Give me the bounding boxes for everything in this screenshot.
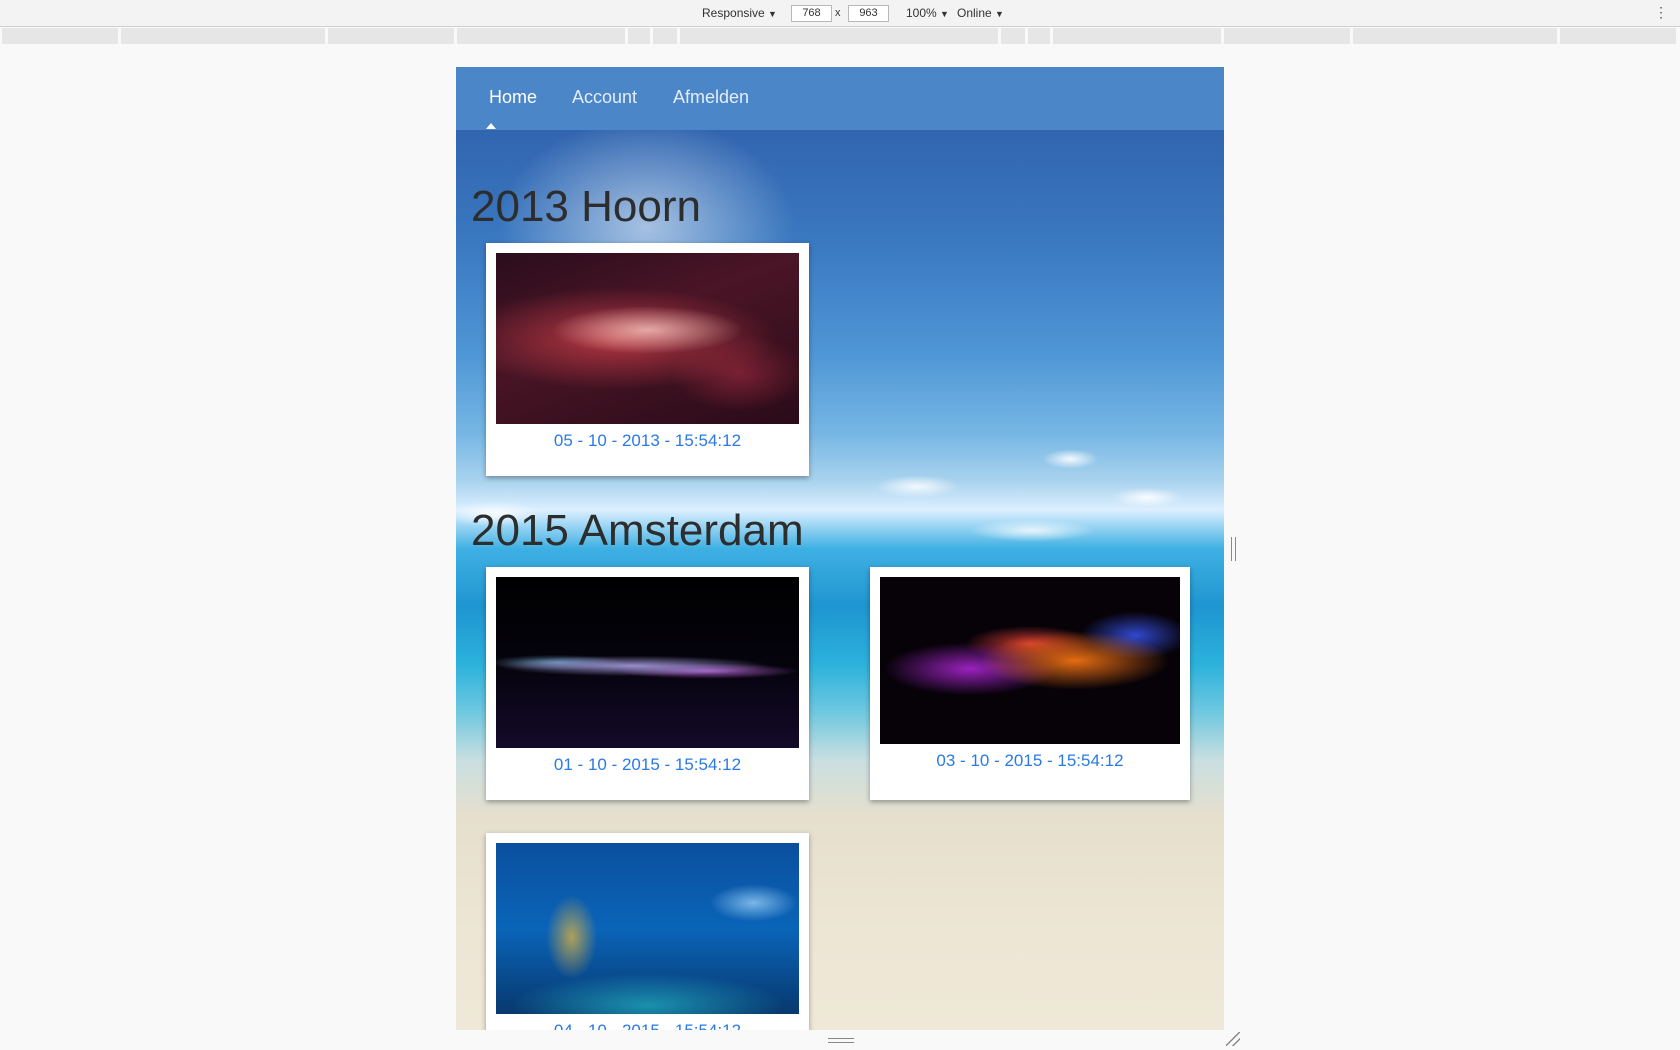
chevron-down-icon: ▼: [940, 9, 949, 19]
photo-card[interactable]: 01 - 10 - 2015 - 15:54:12: [486, 567, 809, 800]
photo-card[interactable]: 03 - 10 - 2015 - 15:54:12: [870, 567, 1190, 800]
active-caret-icon: [486, 123, 496, 129]
galaxy-photo[interactable]: [496, 253, 799, 424]
device-toolbar: Responsive ▼ 768 x 963 100% ▼ Online ▼ ⋮: [0, 0, 1680, 27]
media-query-segment[interactable]: [1353, 28, 1557, 44]
nav-home-link[interactable]: Home: [489, 87, 537, 108]
top-navbar: Home Account Afmelden: [456, 67, 1224, 130]
network-throttle-dropdown[interactable]: Online ▼: [957, 6, 1004, 20]
light-wave-photo[interactable]: [496, 577, 799, 748]
photo-date-link[interactable]: 05 - 10 - 2013 - 15:54:12: [496, 431, 799, 451]
photo-card[interactable]: 04 - 10 - 2015 - 15:54:12: [486, 833, 809, 1030]
dimension-separator: x: [835, 7, 841, 19]
media-query-segment[interactable]: [121, 28, 325, 44]
zoom-dropdown[interactable]: 100% ▼: [906, 6, 949, 20]
media-query-bar: [0, 28, 1680, 45]
chevron-down-icon: ▼: [995, 9, 1004, 19]
colorful-flame-photo[interactable]: [880, 577, 1180, 744]
chevron-down-icon: ▼: [768, 9, 777, 19]
network-label: Online: [957, 6, 992, 20]
nav-account-link[interactable]: Account: [572, 87, 637, 108]
media-query-segment[interactable]: [328, 28, 454, 44]
photo-card[interactable]: 05 - 10 - 2013 - 15:54:12: [486, 243, 809, 476]
photo-date-link[interactable]: 03 - 10 - 2015 - 15:54:12: [880, 751, 1180, 771]
media-query-segment[interactable]: [2, 28, 118, 44]
device-mode-label: Responsive: [702, 6, 765, 20]
photo-date-link[interactable]: 04 - 10 - 2015 - 15:54:12: [496, 1021, 799, 1030]
album-title: 2013 Hoorn: [471, 182, 701, 231]
media-query-segment[interactable]: [628, 28, 650, 44]
media-query-segment[interactable]: [1001, 28, 1025, 44]
media-query-segment[interactable]: [1224, 28, 1350, 44]
media-query-segment[interactable]: [1028, 28, 1050, 44]
media-query-segment[interactable]: [680, 28, 998, 44]
media-query-segment[interactable]: [1053, 28, 1221, 44]
more-options-icon[interactable]: ⋮: [1654, 4, 1668, 21]
viewport-height-resize-handle[interactable]: [828, 1038, 854, 1043]
album-title: 2015 Amsterdam: [471, 506, 804, 555]
underwater-diver-photo[interactable]: [496, 843, 799, 1014]
media-query-segment[interactable]: [457, 28, 625, 44]
photo-date-link[interactable]: 01 - 10 - 2015 - 15:54:12: [496, 755, 799, 775]
media-query-segment[interactable]: [1560, 28, 1676, 44]
device-mode-dropdown[interactable]: Responsive ▼: [702, 6, 777, 20]
viewport-width-resize-handle[interactable]: [1231, 537, 1236, 561]
page-viewport: Home Account Afmelden 2013 Hoorn 05 - 10…: [456, 67, 1224, 1030]
viewport-width-input[interactable]: 768: [791, 5, 832, 22]
nav-logout-link[interactable]: Afmelden: [673, 87, 749, 108]
zoom-label: 100%: [906, 6, 937, 20]
viewport-height-input[interactable]: 963: [848, 5, 889, 22]
media-query-segment[interactable]: [653, 28, 677, 44]
resize-corner-icon[interactable]: [1226, 1032, 1240, 1046]
